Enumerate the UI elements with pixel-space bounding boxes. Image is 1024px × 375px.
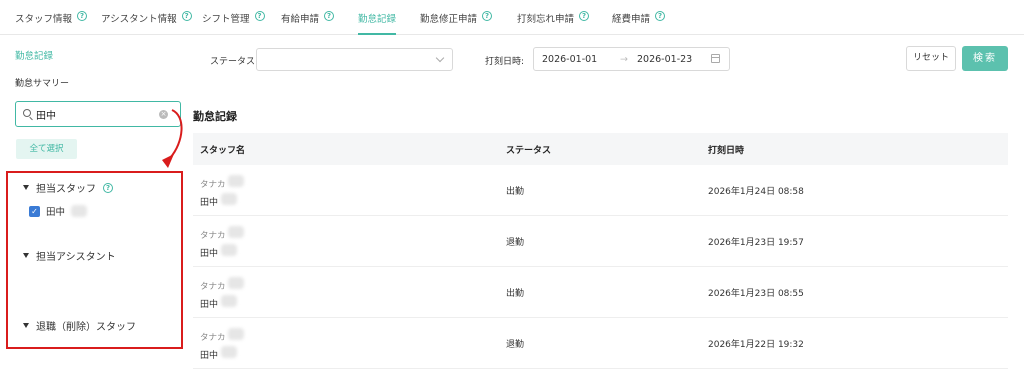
status-cell: 出勤 [506,187,525,197]
staff-name: 田中 [200,351,219,361]
date-to[interactable]: 2026-01-23 [637,54,692,65]
calendar-icon[interactable] [711,54,720,63]
redacted-name [228,226,245,238]
tab-shift-management[interactable]: シフト管理 ? [202,11,265,35]
staff-name-cell: タナカ 田中 [200,175,245,211]
staff-kana: タナカ [200,333,226,343]
staff-name-cell: タナカ 田中 [200,328,245,364]
redacted-name [228,175,245,187]
status-select[interactable] [256,48,453,71]
time-cell: 2026年1月22日 19:32 [708,340,804,350]
group-label: 退職（削除）スタッフ [36,322,136,333]
staff-kana: タナカ [200,180,226,190]
help-icon[interactable]: ? [324,11,335,21]
help-icon[interactable]: ? [103,182,113,193]
caret-down-icon[interactable] [23,185,29,190]
tab-attendance-records[interactable]: 勤怠記録 [358,11,397,35]
staff-name: 田中 [46,207,66,218]
column-header-time: 打刻日時 [708,146,745,156]
staff-kana: タナカ [200,282,226,292]
date-from[interactable]: 2026-01-01 [542,54,597,65]
group-assigned-staff[interactable]: 担当スタッフ ? [23,180,113,195]
help-icon[interactable]: ? [181,11,192,21]
staff-kana: タナカ [200,231,226,241]
tab-paid-leave[interactable]: 有給申請 ? [281,11,335,35]
tab-label: スタッフ情報 [15,14,73,25]
search-button[interactable]: 検索 [962,46,1008,71]
column-header-staff: スタッフ名 [200,146,246,156]
caret-down-icon[interactable] [23,253,29,258]
tab-label: 打刻忘れ申請 [517,14,575,25]
group-label: 担当スタッフ [36,184,96,195]
redacted-name [220,346,237,358]
column-header-status: ステータス [506,146,552,156]
search-icon [23,109,31,117]
date-range-arrow: → [620,54,628,65]
date-range-picker[interactable]: 2026-01-01 → 2026-01-23 [533,47,730,71]
help-icon[interactable]: ? [254,11,265,21]
sidebar-link-attendance[interactable]: 勤怠記録 [15,48,53,62]
table-row: タナカ 田中 出勤 2026年1月23日 08:55 [193,267,1008,318]
tab-expense[interactable]: 経費申請 ? [612,11,666,35]
staff-checkbox[interactable]: ✓ [29,205,40,217]
status-cell: 退勤 [506,340,525,350]
top-tab-bar: スタッフ情報 ? アシスタント情報 ? シフト管理 ? 有給申請 ? 勤怠記録 … [0,0,1024,35]
status-filter-label: ステータス: [210,57,259,67]
staff-name: 田中 [200,249,219,259]
sidebar-link-summary[interactable]: 勤怠サマリー [15,76,69,89]
staff-name: 田中 [200,300,219,310]
tab-label: 有給申請 [281,14,320,25]
redacted-name [220,244,237,256]
redacted-name [228,277,245,289]
redacted-name [228,328,245,340]
table-header: スタッフ名 ステータス 打刻日時 [193,133,1008,165]
help-icon[interactable]: ? [77,11,88,21]
annotation-arrow [162,109,183,168]
status-cell: 退勤 [506,238,525,248]
redacted-name [220,193,237,205]
select-all-button[interactable]: 全て選択 [16,139,77,159]
group-label: 担当アシスタント [36,252,116,263]
tab-label: 経費申請 [612,14,651,25]
tab-label: 勤怠記録 [358,14,397,25]
redacted-name [220,295,237,307]
status-cell: 出勤 [506,289,525,299]
tab-attendance-correction[interactable]: 勤怠修正申請 ? [420,11,493,35]
chevron-down-icon [435,53,445,63]
date-filter-label: 打刻日時: [485,57,525,67]
time-cell: 2026年1月23日 08:55 [708,289,804,299]
staff-name: 田中 [200,198,219,208]
time-cell: 2026年1月23日 19:57 [708,238,804,248]
tab-label: 勤怠修正申請 [420,14,478,25]
tab-staff-info[interactable]: スタッフ情報 ? [15,11,88,35]
time-cell: 2026年1月24日 08:58 [708,187,804,197]
group-retired-staff[interactable]: 退職（削除）スタッフ [23,318,136,333]
redacted-name [71,205,88,217]
section-title: 勤怠記録 [193,110,237,123]
reset-button[interactable]: リセット [906,46,956,71]
tab-assistant-info[interactable]: アシスタント情報 ? [101,11,192,35]
help-icon[interactable]: ? [482,11,493,21]
staff-item[interactable]: ✓ 田中 [29,204,88,218]
help-icon[interactable]: ? [655,11,666,21]
table-row: タナカ 田中 退勤 2026年1月22日 19:32 [193,318,1008,369]
table-row: タナカ 田中 出勤 2026年1月24日 08:58 [193,165,1008,216]
table-row: タナカ 田中 退勤 2026年1月23日 19:57 [193,216,1008,267]
staff-name-cell: タナカ 田中 [200,226,245,262]
group-assigned-assistant[interactable]: 担当アシスタント [23,248,116,263]
tab-label: シフト管理 [202,14,250,25]
tab-label: アシスタント情報 [101,14,177,25]
caret-down-icon[interactable] [23,323,29,328]
staff-search-input[interactable] [36,106,166,122]
staff-name-cell: タナカ 田中 [200,277,245,313]
tab-forgot-clock[interactable]: 打刻忘れ申請 ? [517,11,590,35]
help-icon[interactable]: ? [579,11,590,21]
